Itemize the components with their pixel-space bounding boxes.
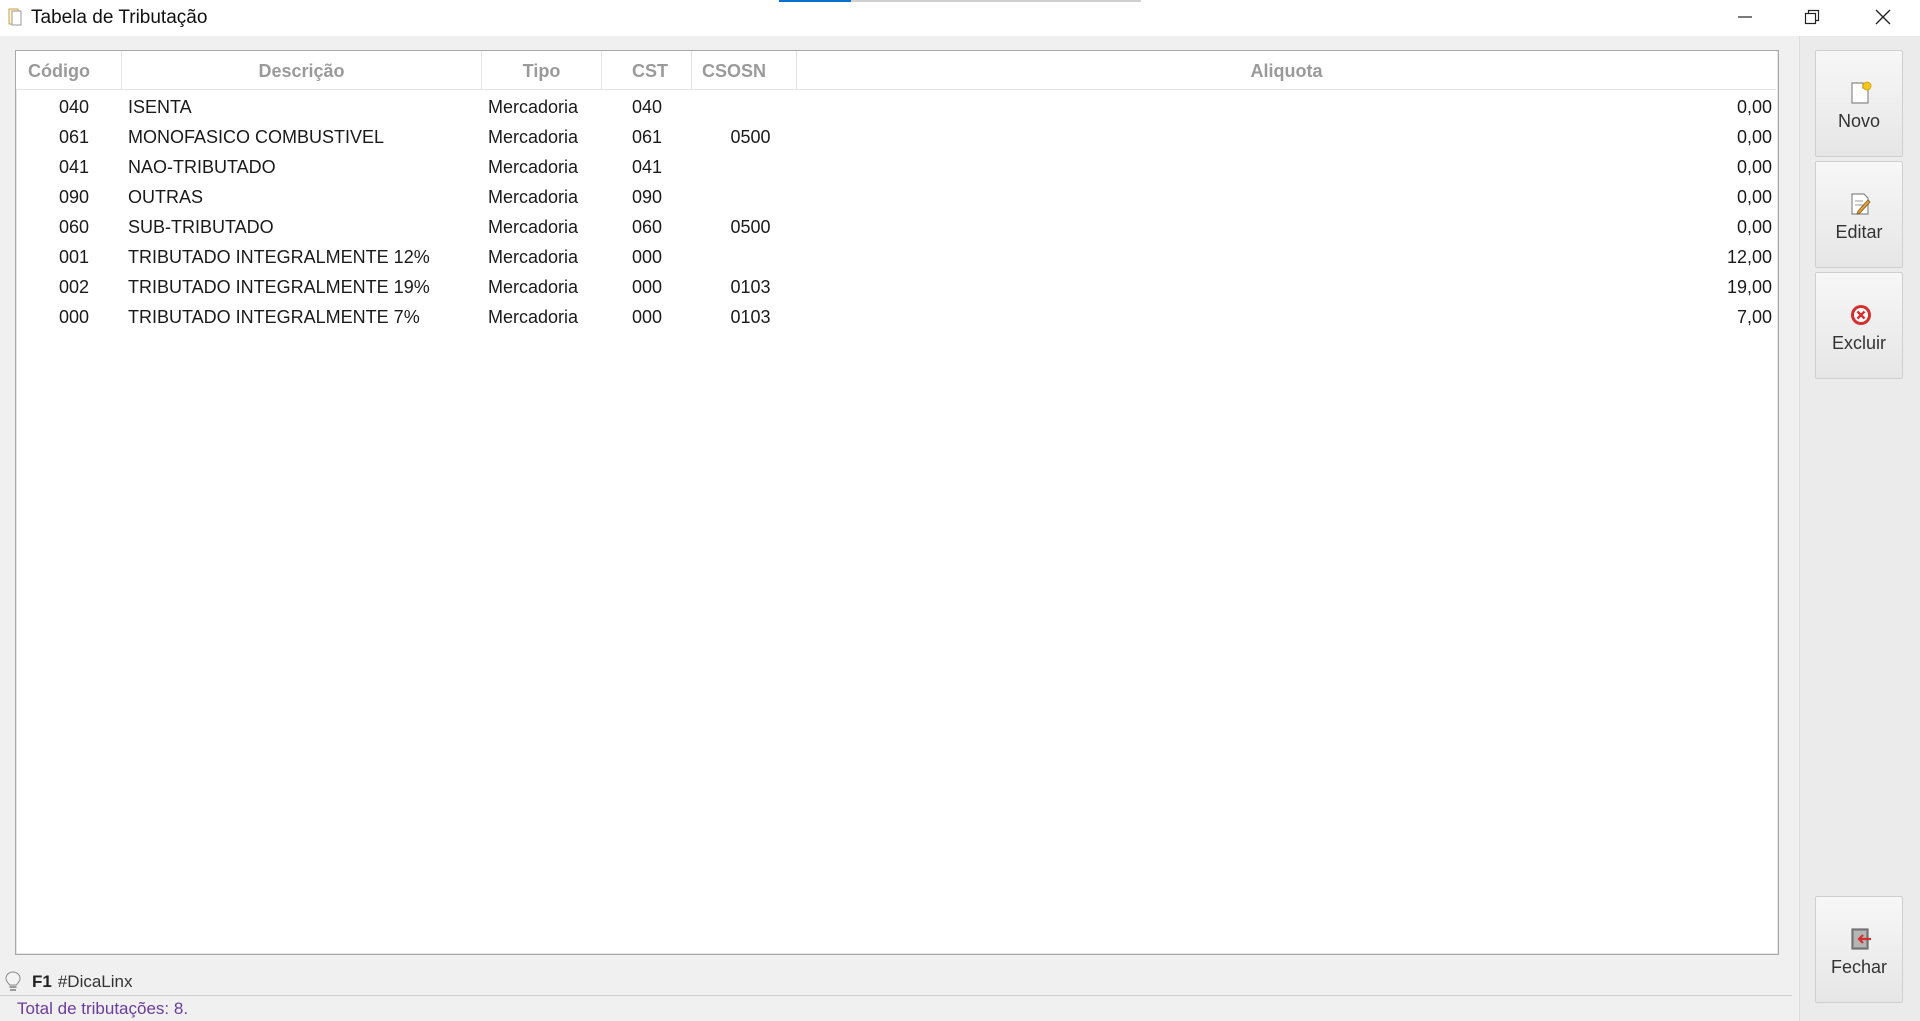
app-icon	[8, 8, 22, 26]
cell-aliquota: 0,00	[1736, 157, 1772, 177]
tip-text[interactable]: #DicaLinx	[58, 972, 133, 992]
tributacao-grid[interactable]: Código Descrição Tipo CST CSOSN Aliquota…	[15, 50, 1779, 955]
cell-csosn	[692, 181, 797, 211]
cell-aliquota: 0,00	[1736, 217, 1772, 237]
cell-descricao: ISENTA	[128, 97, 192, 117]
cell-cst: 060	[631, 217, 663, 237]
cell-cst: 061	[631, 127, 663, 147]
cell-codigo: 040	[58, 97, 90, 117]
grid-header: Código Descrição Tipo CST CSOSN Aliquota	[16, 51, 1776, 90]
column-header-aliquota[interactable]: Aliquota	[797, 51, 1776, 89]
editar-button[interactable]: Editar	[1815, 161, 1903, 268]
novo-button[interactable]: Novo	[1815, 50, 1903, 157]
cell-codigo: 060	[58, 217, 90, 237]
cell-descricao: OUTRAS	[128, 187, 204, 207]
minimize-icon	[1737, 9, 1753, 25]
column-header-csosn[interactable]: CSOSN	[692, 51, 797, 89]
cell-csosn: 0103	[730, 307, 771, 327]
cell-tipo: Mercadoria	[488, 247, 579, 267]
window-title: Tabela de Tributação	[31, 7, 208, 28]
column-header-codigo[interactable]: Código	[16, 51, 122, 89]
cell-cst: 000	[631, 247, 663, 267]
cell-descricao: TRIBUTADO INTEGRALMENTE 19%	[128, 277, 430, 297]
table-row[interactable]: 060 SUB-TRIBUTADO Mercadoria 060 0500 0,…	[16, 211, 1776, 241]
lightbulb-icon	[4, 971, 22, 993]
cell-aliquota: 12,00	[1726, 247, 1772, 267]
cell-codigo: 001	[58, 247, 90, 267]
title-progress-indicator	[779, 0, 851, 2]
novo-label: Novo	[1837, 111, 1881, 131]
cell-csosn: 0500	[730, 127, 771, 147]
cell-tipo: Mercadoria	[488, 217, 579, 237]
cell-cst: 090	[631, 187, 663, 207]
cell-descricao: TRIBUTADO INTEGRALMENTE 12%	[128, 247, 430, 267]
cell-cst: 041	[631, 157, 663, 177]
status-bar: Total de tributações: 8.	[0, 995, 1792, 1021]
minimize-button[interactable]	[1722, 0, 1768, 34]
edit-icon	[1849, 192, 1873, 216]
table-row[interactable]: 000 TRIBUTADO INTEGRALMENTE 7% Mercadori…	[16, 301, 1776, 331]
table-row[interactable]: 041 NAO-TRIBUTADO Mercadoria 041 0,00	[16, 151, 1776, 181]
tip-shortcut-key: F1	[32, 972, 52, 991]
table-row[interactable]: 061 MONOFASICO COMBUSTIVEL Mercadoria 06…	[16, 121, 1776, 151]
fechar-button[interactable]: Fechar	[1815, 896, 1903, 1003]
cell-cst: 000	[631, 307, 663, 327]
cell-aliquota: 0,00	[1736, 97, 1772, 117]
cell-codigo: 000	[58, 307, 90, 327]
cell-csosn: 0500	[730, 217, 771, 237]
cell-cst: 040	[631, 97, 663, 117]
status-total-text: Total de tributações: 8.	[17, 999, 189, 1018]
title-bar: Tabela de Tributação	[0, 0, 1920, 36]
excluir-label: Excluir	[1831, 333, 1886, 353]
new-document-icon	[1849, 81, 1873, 105]
cell-csosn: 0103	[730, 277, 771, 297]
cell-descricao: TRIBUTADO INTEGRALMENTE 7%	[128, 307, 420, 327]
table-row[interactable]: 090 OUTRAS Mercadoria 090 0,00	[16, 181, 1776, 211]
cell-aliquota: 7,00	[1736, 307, 1772, 327]
cell-aliquota: 0,00	[1736, 187, 1772, 207]
cell-csosn	[692, 91, 797, 121]
cell-codigo: 002	[58, 277, 90, 297]
cell-csosn	[692, 241, 797, 271]
fechar-label: Fechar	[1830, 957, 1888, 977]
cell-descricao: SUB-TRIBUTADO	[128, 217, 274, 237]
close-icon	[1874, 8, 1892, 26]
close-button[interactable]	[1860, 0, 1906, 34]
editar-label: Editar	[1835, 222, 1883, 242]
table-row[interactable]: 040 ISENTA Mercadoria 040 0,00	[16, 91, 1776, 121]
cell-aliquota: 19,00	[1726, 277, 1772, 297]
cell-tipo: Mercadoria	[488, 157, 579, 177]
cell-codigo: 061	[58, 127, 90, 147]
restore-button[interactable]	[1789, 0, 1835, 34]
app-window: Tabela de Tributação Código Descrição Ti…	[0, 0, 1920, 1021]
cell-descricao: MONOFASICO COMBUSTIVEL	[128, 127, 385, 147]
cell-tipo: Mercadoria	[488, 277, 579, 297]
tip-bar[interactable]: F1 #DicaLinx	[4, 970, 133, 994]
cell-descricao: NAO-TRIBUTADO	[128, 157, 276, 177]
table-row[interactable]: 001 TRIBUTADO INTEGRALMENTE 12% Mercador…	[16, 241, 1776, 271]
delete-icon	[1849, 303, 1873, 327]
column-header-descricao[interactable]: Descrição	[122, 51, 482, 89]
exit-icon	[1849, 927, 1873, 951]
table-row[interactable]: 002 TRIBUTADO INTEGRALMENTE 19% Mercador…	[16, 271, 1776, 301]
cell-codigo: 090	[58, 187, 90, 207]
cell-tipo: Mercadoria	[488, 97, 579, 117]
cell-aliquota: 0,00	[1736, 127, 1772, 147]
restore-icon	[1804, 9, 1820, 25]
cell-codigo: 041	[58, 157, 90, 177]
cell-cst: 000	[631, 277, 663, 297]
cell-tipo: Mercadoria	[488, 307, 579, 327]
excluir-button[interactable]: Excluir	[1815, 272, 1903, 379]
column-header-tipo[interactable]: Tipo	[482, 51, 602, 89]
cell-tipo: Mercadoria	[488, 187, 579, 207]
cell-csosn	[692, 151, 797, 181]
title-progress-track	[851, 0, 1141, 2]
column-header-cst[interactable]: CST	[602, 51, 692, 89]
cell-tipo: Mercadoria	[488, 127, 579, 147]
